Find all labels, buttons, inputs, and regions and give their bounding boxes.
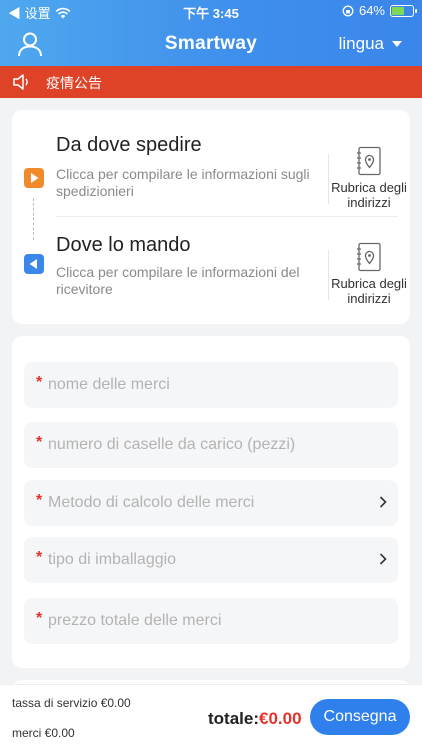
receiver-description: Clicca per compilare le informazioni del… [56, 264, 300, 297]
chevron-right-icon [379, 553, 387, 565]
calc-method-select[interactable] [48, 480, 378, 526]
required-mark: * [36, 434, 43, 451]
box-count-field: * [24, 422, 398, 468]
total-label: totale: [208, 709, 259, 728]
battery-level [392, 6, 404, 15]
submit-button[interactable]: Consegna [310, 699, 410, 735]
horizontal-divider [56, 216, 398, 217]
language-label: lingua [338, 34, 384, 53]
sender-address-book-label: Rubrica degli indirizzi [331, 180, 407, 210]
play-right-icon [24, 168, 44, 188]
address-card: Da dove spedire Clicca per compilare le … [12, 110, 410, 324]
receiver-title: Dove lo mando [56, 234, 191, 256]
box-count-input[interactable] [48, 422, 378, 468]
required-mark: * [36, 492, 43, 509]
speaker-icon [13, 74, 28, 90]
bottom-bar: tassa di servizio €0.00 merci €0.00 tota… [0, 684, 422, 750]
play-left-icon [24, 254, 44, 274]
total-price-input[interactable] [48, 598, 378, 644]
packaging-field[interactable]: * [24, 537, 398, 583]
status-bar: ◀ 设置 下午 3:45 64% [0, 0, 422, 22]
calc-method-field[interactable]: * [24, 480, 398, 526]
battery-icon [390, 4, 417, 17]
language-selector[interactable]: lingua [339, 34, 402, 54]
sender-title: Da dove spedire [56, 134, 202, 156]
total-amount: totale:€0.00 [208, 709, 302, 729]
required-mark: * [36, 610, 43, 627]
nav-bar: Smartway lingua [0, 22, 422, 66]
goods-name-input[interactable] [48, 362, 378, 408]
sender-address-book-button[interactable]: Rubrica degli indirizzi [328, 146, 410, 210]
address-book-icon [357, 146, 381, 176]
goods-form-card: * * * * * [12, 336, 410, 668]
total-price-field: * [24, 598, 398, 644]
address-book-icon [357, 242, 381, 272]
required-mark: * [36, 549, 43, 566]
goods-fee: merci €0.00 [12, 726, 75, 740]
receiver-address-book-button[interactable]: Rubrica degli indirizzi [328, 242, 410, 306]
receiver-address-book-label: Rubrica degli indirizzi [331, 276, 407, 306]
required-mark: * [36, 374, 43, 391]
orientation-lock-icon [342, 5, 354, 16]
sender-description: Clicca per compilare le informazioni sug… [56, 166, 310, 199]
notice-text: 疫情公告 [46, 75, 102, 91]
packaging-select[interactable] [48, 537, 378, 583]
status-right-group: 64% [342, 3, 417, 18]
chevron-right-icon [379, 496, 387, 508]
caret-down-icon [392, 41, 402, 47]
total-value: €0.00 [259, 709, 302, 728]
sender-section[interactable]: Da dove spedire Clicca per compilare le … [12, 122, 410, 222]
service-fee: tassa di servizio €0.00 [12, 696, 131, 710]
goods-name-field: * [24, 362, 398, 408]
receiver-section[interactable]: Dove lo mando Clicca per compilare le in… [12, 220, 410, 320]
battery-percent: 64% [358, 3, 385, 18]
notice-bar[interactable]: 疫情公告 [0, 66, 422, 98]
